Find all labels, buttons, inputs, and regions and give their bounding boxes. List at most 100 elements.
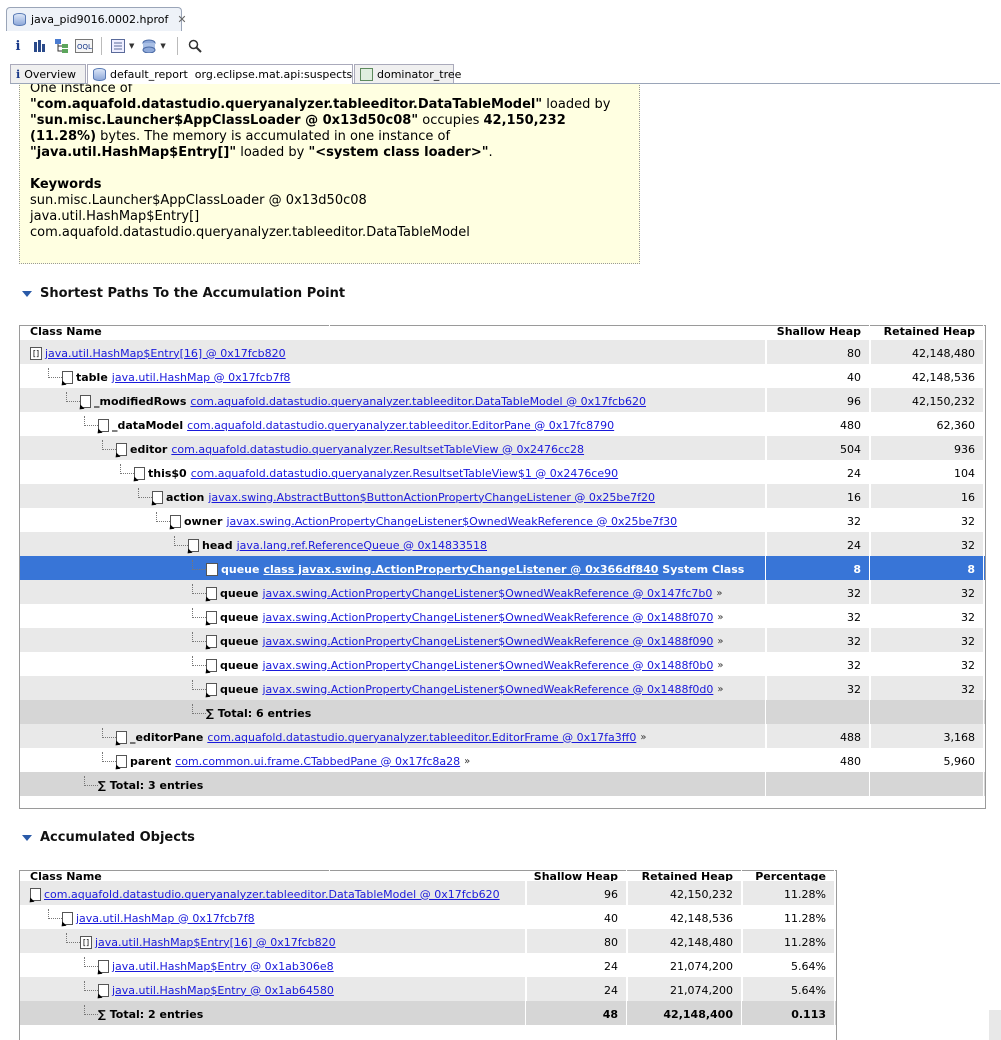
object-link[interactable]: com.aquafold.datastudio.queryanalyzer.Re… (171, 443, 584, 456)
object-link[interactable]: javax.swing.ActionPropertyChangeListener… (226, 515, 677, 528)
close-icon[interactable]: ✕ (177, 13, 186, 26)
table-row[interactable]: queue javax.swing.ActionPropertyChangeLis… (20, 604, 985, 628)
more-icon[interactable]: » (717, 684, 723, 695)
dominator-tree-icon[interactable] (52, 36, 72, 56)
oql-icon[interactable]: OQL (74, 36, 94, 56)
table-row[interactable]: queue javax.swing.ActionPropertyChangeLis… (20, 628, 985, 652)
total-label: ∑ Total: 2 entries (98, 1007, 204, 1021)
column-header-class-name[interactable]: Class Name (30, 325, 330, 339)
table-row[interactable]: owner javax.swing.ActionPropertyChangeLis… (20, 508, 985, 532)
keyword: java.util.HashMap$Entry[] (30, 209, 200, 224)
table-row[interactable]: queue javax.swing.ActionPropertyChangeLis… (20, 652, 985, 676)
tree-connector (192, 560, 206, 570)
object-link[interactable]: java.util.HashMap$Entry @ 0x1ab306e8 (112, 960, 334, 973)
expand-triangle-icon[interactable] (22, 834, 32, 841)
class-name-cell: [] java.util.HashMap$Entry[16] @ 0x17fcb8… (20, 340, 766, 364)
object-reference-icon (170, 514, 181, 528)
object-link[interactable]: com.aquafold.datastudio.queryanalyzer.ta… (190, 395, 646, 408)
percentage-cell: 11.28% (743, 905, 835, 929)
tree-connector (120, 464, 134, 474)
table-row[interactable]: _modifiedRows com.aquafold.datastudio.que… (20, 388, 985, 412)
field-name: queue (220, 586, 259, 600)
object-link[interactable]: java.util.HashMap$Entry[16] @ 0x17fcb820 (45, 347, 286, 360)
retained-heap-cell: 32 (871, 676, 984, 700)
object-link[interactable]: javax.swing.ActionPropertyChangeListener… (262, 659, 713, 672)
object-link[interactable]: java.lang.ref.ReferenceQueue @ 0x1483351… (237, 539, 487, 552)
object-link[interactable]: java.util.HashMap$Entry[16] @ 0x17fcb820 (95, 936, 336, 949)
hprof-file-tab[interactable]: java_pid9016.0002.hprof ✕ (6, 7, 187, 31)
field-name: queue (220, 658, 259, 672)
shortest-paths-heading[interactable]: Shortest Paths To the Accumulation Point (22, 286, 345, 301)
shallow-heap-cell: 24 (767, 460, 870, 484)
tab-overview[interactable]: i Overview (10, 64, 86, 83)
field-name: queue (220, 610, 259, 624)
object-link[interactable]: com.aquafold.datastudio.queryanalyzer.ta… (187, 419, 614, 432)
more-icon[interactable]: » (717, 636, 723, 647)
object-link[interactable]: javax.swing.ActionPropertyChangeListener… (262, 587, 712, 600)
table-row[interactable]: this$0 com.aquafold.datastudio.queryanaly… (20, 460, 985, 484)
tab-label: Overview (24, 67, 76, 81)
heap-dump-overview-icon[interactable] (140, 36, 160, 56)
object-link[interactable]: com.aquafold.datastudio.queryanalyzer.ta… (44, 888, 500, 901)
table-row[interactable]: editor com.aquafold.datastudio.queryanaly… (20, 436, 985, 460)
object-link[interactable]: java.util.HashMap @ 0x17fcb7f8 (76, 912, 255, 925)
table-row[interactable]: _editorPane com.aquafold.datastudio.query… (20, 724, 985, 748)
more-icon[interactable]: » (717, 660, 723, 671)
more-icon[interactable]: » (464, 756, 470, 767)
field-name: editor (130, 442, 168, 456)
object-link[interactable]: javax.swing.ActionPropertyChangeListener… (262, 611, 713, 624)
table-row[interactable]: java.util.HashMap$Entry @ 0x1ab64580 24 21… (20, 977, 836, 1001)
retained-heap-cell: 8 (871, 556, 984, 580)
table-row[interactable]: [] java.util.HashMap$Entry[16] @ 0x17fcb8… (20, 929, 836, 953)
chevron-down-icon[interactable]: ▼ (129, 42, 134, 50)
table-row[interactable]: java.util.HashMap$Entry @ 0x1ab306e8 24 21… (20, 953, 836, 977)
table-row[interactable]: parent com.common.ui.frame.CTabbedPane @ … (20, 748, 985, 772)
column-header-shallow-heap[interactable]: Shallow Heap (767, 325, 870, 339)
table-row[interactable]: table java.util.HashMap @ 0x17fcb7f8 40 42,… (20, 364, 985, 388)
tree-connector (66, 933, 80, 943)
array-object-icon: [] (80, 935, 92, 949)
column-header-retained-heap[interactable]: Retained Heap (871, 325, 984, 339)
tab-suspects-report[interactable]: default_report org.eclipse.mat.api:suspe… (87, 64, 367, 84)
object-link[interactable]: com.aquafold.datastudio.queryanalyzer.Re… (191, 467, 618, 480)
object-link[interactable]: com.aquafold.datastudio.queryanalyzer.ta… (207, 731, 636, 744)
table-row[interactable]: action javax.swing.AbstractButton$ButtonA… (20, 484, 985, 508)
info-icon[interactable]: i (8, 36, 28, 56)
object-link[interactable]: javax.swing.AbstractButton$ButtonActionP… (208, 491, 655, 504)
tree-connector (138, 488, 152, 498)
table-row[interactable]: _dataModel com.aquafold.datastudio.querya… (20, 412, 985, 436)
query-browser-icon[interactable] (109, 36, 129, 56)
keyword: sun.misc.Launcher$AppClassLoader @ 0x13d… (30, 193, 367, 208)
tree-connector (156, 512, 170, 522)
table-row[interactable]: java.util.HashMap @ 0x17fcb7f8 40 42,148,5… (20, 905, 836, 929)
tab-label: dominator_tree (377, 67, 462, 81)
accumulated-objects-heading[interactable]: Accumulated Objects (22, 830, 195, 845)
more-icon[interactable]: » (640, 732, 646, 743)
table-row[interactable]: c queue class javax.swing.ActionPropertyCh… (20, 556, 985, 580)
object-link[interactable]: com.common.ui.frame.CTabbedPane @ 0x17fc… (175, 755, 460, 768)
table-row[interactable]: head java.lang.ref.ReferenceQueue @ 0x148… (20, 532, 985, 556)
table-row[interactable]: queue javax.swing.ActionPropertyChangeLis… (20, 580, 985, 604)
more-icon[interactable]: » (717, 612, 723, 623)
object-link[interactable]: java.util.HashMap @ 0x17fcb7f8 (112, 371, 291, 384)
search-icon[interactable] (185, 36, 205, 56)
class-name-cell: editor com.aquafold.datastudio.queryanaly… (20, 436, 766, 460)
object-reference-icon (152, 490, 163, 504)
tab-dominator-tree[interactable]: dominator_tree (354, 64, 461, 83)
field-name: _modifiedRows (94, 394, 187, 408)
object-link[interactable]: class javax.swing.ActionPropertyChangeLi… (263, 563, 658, 576)
object-link[interactable]: javax.swing.ActionPropertyChangeListener… (262, 635, 713, 648)
expand-triangle-icon[interactable] (22, 290, 32, 297)
retained-heap-cell: 62,360 (871, 412, 984, 436)
object-link[interactable]: javax.swing.ActionPropertyChangeListener… (262, 683, 713, 696)
more-icon[interactable]: » (716, 588, 722, 599)
vertical-scrollbar[interactable] (989, 1010, 1001, 1040)
shallow-heap-cell: 32 (767, 604, 870, 628)
tree-connector (192, 680, 206, 690)
histogram-icon[interactable] (30, 36, 50, 56)
table-row[interactable]: [] java.util.HashMap$Entry[16] @ 0x17fcb8… (20, 340, 985, 364)
chevron-down-icon[interactable]: ▼ (160, 42, 165, 50)
object-link[interactable]: java.util.HashMap$Entry @ 0x1ab64580 (112, 984, 334, 997)
table-row[interactable]: com.aquafold.datastudio.queryanalyzer.ta… (20, 881, 836, 905)
table-row[interactable]: queue javax.swing.ActionPropertyChangeLis… (20, 676, 985, 700)
